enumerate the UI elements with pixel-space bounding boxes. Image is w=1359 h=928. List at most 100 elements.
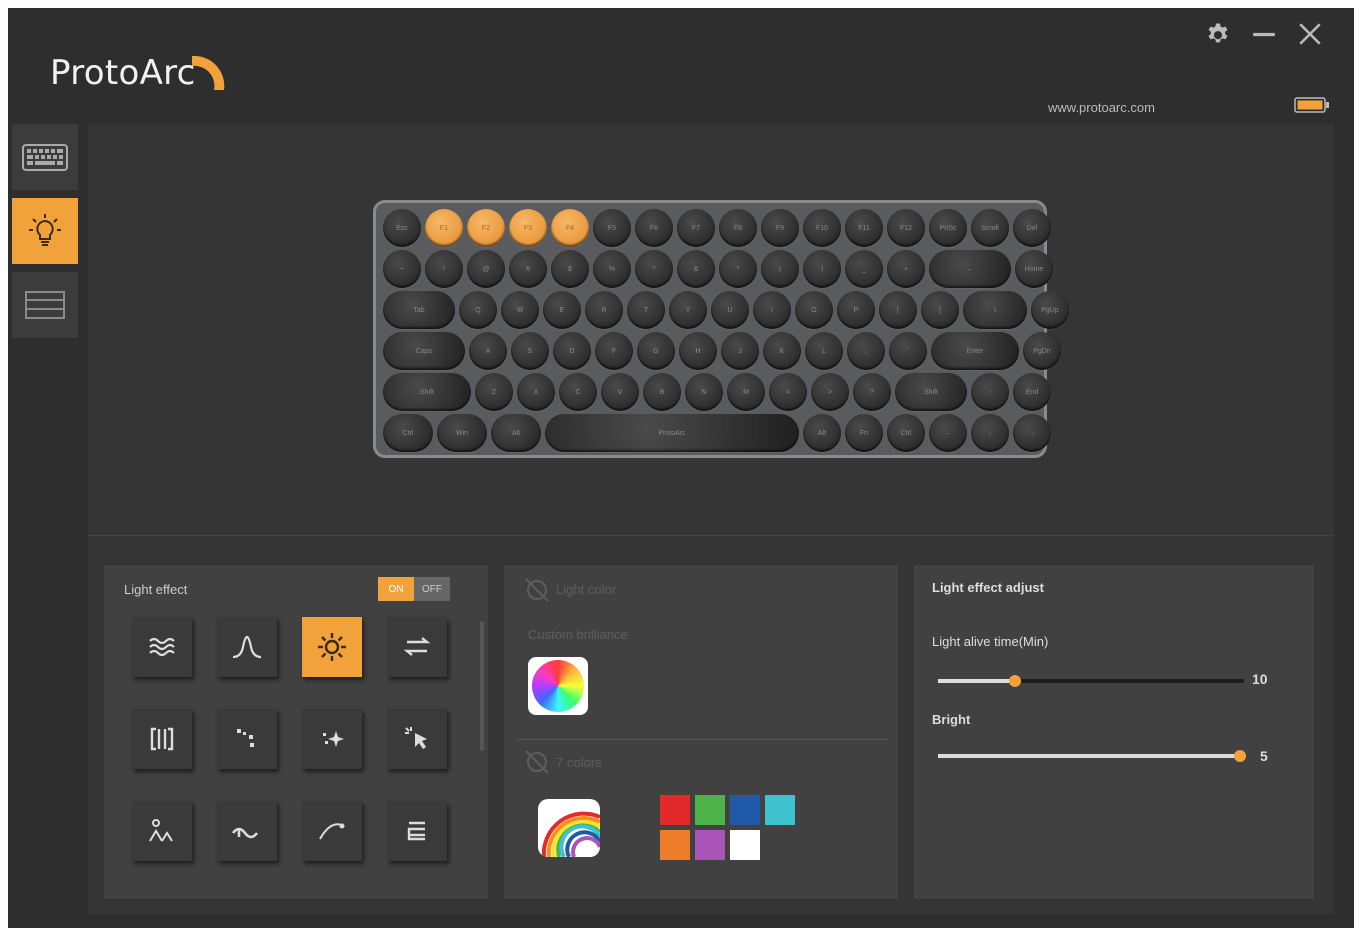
key-cap[interactable]: F6 — [635, 209, 673, 247]
key-cap[interactable]: Fn — [845, 414, 883, 452]
key-cap[interactable]: % — [593, 250, 631, 288]
key-cap[interactable]: H — [679, 332, 717, 370]
key-cap[interactable]: F — [595, 332, 633, 370]
key-cap[interactable]: ? — [853, 373, 891, 411]
sidebar-item-keyboard[interactable] — [12, 124, 78, 190]
key-cap[interactable]: W — [501, 291, 539, 329]
key-cap[interactable]: E — [543, 291, 581, 329]
key-cap[interactable]: Shift — [895, 373, 967, 411]
key-cap[interactable]: C — [559, 373, 597, 411]
key-cap[interactable]: ! — [425, 250, 463, 288]
key-cap[interactable]: L — [805, 332, 843, 370]
key-cap[interactable]: $ — [551, 250, 589, 288]
color-swatch[interactable] — [730, 830, 760, 860]
effect-button[interactable] — [302, 617, 362, 677]
effect-button[interactable] — [387, 709, 447, 769]
color-wheel-button[interactable] — [528, 657, 588, 715]
sidebar-item-macros[interactable] — [12, 272, 78, 338]
effect-button[interactable] — [387, 801, 447, 861]
key-cap[interactable]: F5 — [593, 209, 631, 247]
color-swatch[interactable] — [660, 795, 690, 825]
color-swatch[interactable] — [730, 795, 760, 825]
key-cap[interactable]: F12 — [887, 209, 925, 247]
key-cap[interactable]: * — [719, 250, 757, 288]
key-cap[interactable]: Tab — [383, 291, 455, 329]
effect-button[interactable] — [217, 801, 277, 861]
key-cap[interactable]: Home — [1015, 250, 1053, 288]
key-cap[interactable]: J — [721, 332, 759, 370]
key-cap[interactable]: B — [643, 373, 681, 411]
key-cap[interactable]: ] — [921, 291, 959, 329]
key-cap[interactable]: ^ — [635, 250, 673, 288]
key-cap[interactable]: End — [1013, 373, 1051, 411]
key-cap[interactable]: S — [511, 332, 549, 370]
key-cap[interactable]: ← — [929, 250, 1011, 288]
key-cap[interactable]: Alt — [491, 414, 541, 452]
toggle-off-button[interactable]: OFF — [414, 577, 450, 601]
key-cap[interactable]: Enter — [931, 332, 1019, 370]
key-cap[interactable]: ( — [761, 250, 799, 288]
key-space[interactable]: ProtoArc — [545, 414, 799, 452]
effect-button[interactable] — [132, 709, 192, 769]
sidebar-item-lighting[interactable] — [12, 198, 78, 264]
key-cap[interactable]: [ — [879, 291, 917, 329]
key-cap[interactable]: F11 — [845, 209, 883, 247]
key-cap[interactable]: \ — [963, 291, 1027, 329]
close-button[interactable] — [1294, 18, 1326, 50]
key-cap[interactable]: # — [509, 250, 547, 288]
key-cap[interactable]: Y — [669, 291, 707, 329]
key-cap[interactable]: Esc — [383, 209, 421, 247]
key-cap[interactable]: F9 — [761, 209, 799, 247]
rainbow-button[interactable] — [538, 799, 600, 857]
key-cap[interactable]: G — [637, 332, 675, 370]
key-cap[interactable]: Alt — [803, 414, 841, 452]
key-cap[interactable]: Ctrl — [887, 414, 925, 452]
effect-button[interactable] — [217, 709, 277, 769]
alive-time-slider[interactable] — [938, 675, 1244, 687]
key-cap[interactable]: F10 — [803, 209, 841, 247]
key-cap[interactable]: M — [727, 373, 765, 411]
key-cap[interactable]: Ctrl — [383, 414, 433, 452]
key-cap[interactable]: _ — [845, 250, 883, 288]
key-cap[interactable]: Caps — [383, 332, 465, 370]
key-cap[interactable]: Q — [459, 291, 497, 329]
key-cap[interactable]: Scroll — [971, 209, 1009, 247]
key-cap[interactable]: F3 — [509, 209, 547, 247]
key-cap[interactable]: K — [763, 332, 801, 370]
effect-button[interactable] — [387, 617, 447, 677]
key-cap[interactable]: ↓ — [971, 414, 1009, 452]
key-cap[interactable]: T — [627, 291, 665, 329]
effect-scrollbar[interactable] — [480, 621, 484, 751]
key-cap[interactable]: I — [753, 291, 791, 329]
key-cap[interactable]: P — [837, 291, 875, 329]
key-cap[interactable]: & — [677, 250, 715, 288]
key-cap[interactable]: < — [769, 373, 807, 411]
key-cap[interactable]: Z — [475, 373, 513, 411]
website-link[interactable]: www.protoarc.com — [1048, 100, 1155, 115]
toggle-on-button[interactable]: ON — [378, 577, 414, 601]
key-cap[interactable]: PgDn — [1023, 332, 1061, 370]
bright-slider[interactable] — [938, 750, 1246, 762]
key-cap[interactable]: D — [553, 332, 591, 370]
key-cap[interactable]: F7 — [677, 209, 715, 247]
key-cap[interactable]: R — [585, 291, 623, 329]
key-cap[interactable]: ~ — [383, 250, 421, 288]
color-swatch[interactable] — [765, 795, 795, 825]
effect-button[interactable] — [132, 801, 192, 861]
key-cap[interactable]: V — [601, 373, 639, 411]
key-cap[interactable]: ↑ — [971, 373, 1009, 411]
effect-button[interactable] — [132, 617, 192, 677]
key-cap[interactable]: ; — [847, 332, 885, 370]
key-cap[interactable]: Del — [1013, 209, 1051, 247]
key-cap[interactable]: ' — [889, 332, 927, 370]
settings-button[interactable] — [1202, 18, 1234, 50]
key-cap[interactable]: > — [811, 373, 849, 411]
key-cap[interactable]: PrtSc — [929, 209, 967, 247]
key-cap[interactable]: A — [469, 332, 507, 370]
key-cap[interactable]: F1 — [425, 209, 463, 247]
alive-time-thumb[interactable] — [1008, 675, 1021, 687]
key-cap[interactable]: U — [711, 291, 749, 329]
key-cap[interactable]: O — [795, 291, 833, 329]
key-cap[interactable]: PgUp — [1031, 291, 1069, 329]
key-cap[interactable]: ← — [929, 414, 967, 452]
